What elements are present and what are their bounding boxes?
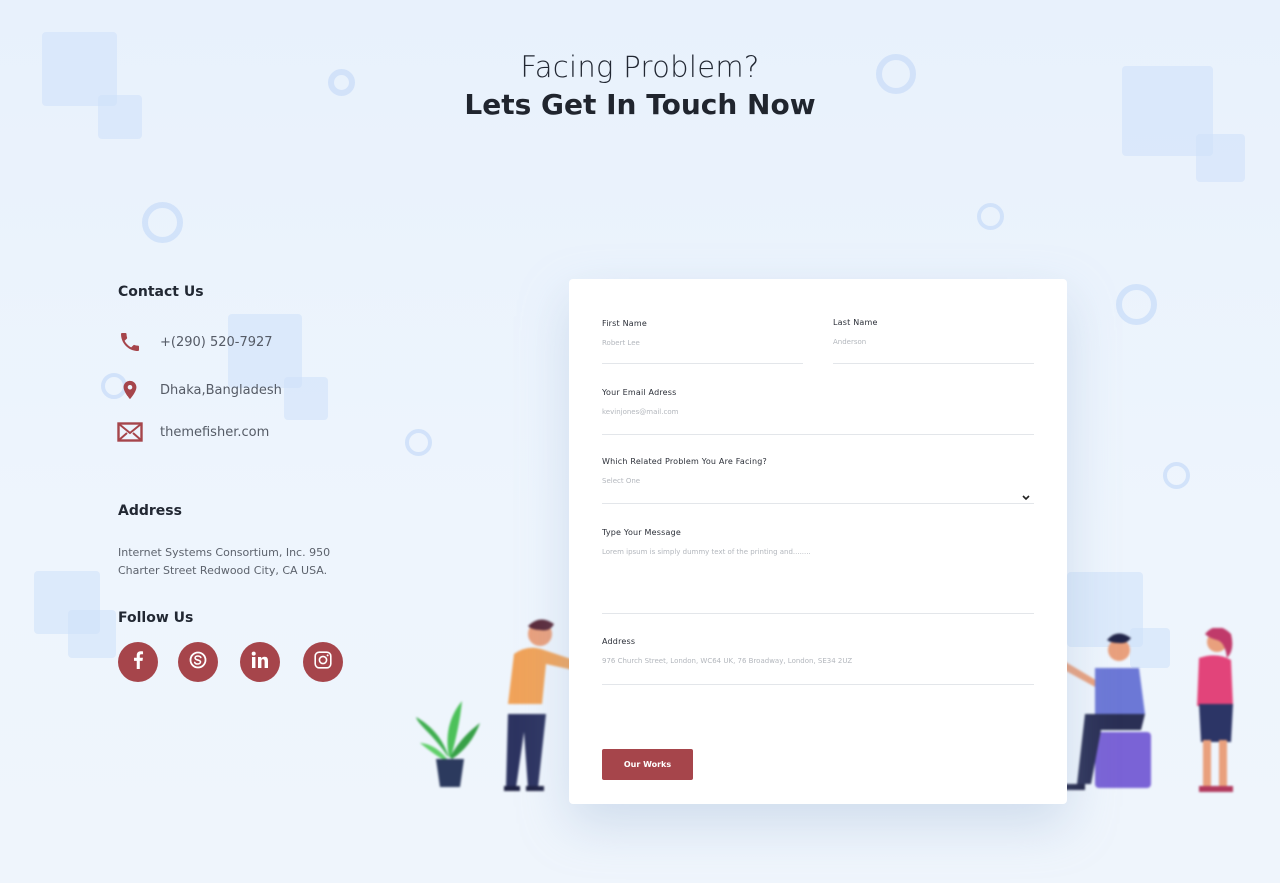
email-label: Your Email Adress [602,388,677,397]
first-name-field[interactable]: First Name Robert Lee [602,319,803,365]
email-input[interactable]: kevinjones@mail.com [602,408,1034,416]
contact-form-card: First Name Robert Lee Last Name Anderson… [569,279,1067,804]
plant-illustration [414,695,484,794]
first-name-label: First Name [602,319,647,328]
problem-label: Which Related Problem You Are Facing? [602,457,767,466]
decor-square [1196,134,1245,182]
address-underline [602,684,1034,685]
facebook-icon [131,651,145,673]
page-heading: Facing Problem? Lets Get In Touch Now [0,50,1280,121]
address-text: Internet Systems Consortium, Inc. 950 Ch… [118,546,331,577]
decor-circle [1163,462,1190,489]
email-field[interactable]: Your Email Adress kevinjones@mail.com [602,388,1034,435]
heading-line2: Lets Get In Touch Now [464,88,816,121]
problem-underline [602,503,1034,504]
decor-circle [142,202,183,243]
contact-title: Contact Us [118,284,204,300]
phone-text: +(290) 520-7927 [160,334,273,350]
linkedin-icon [251,651,269,673]
instagram-link[interactable] [303,642,343,682]
contact-website[interactable]: themefisher.com [116,418,269,446]
our-works-button[interactable]: Our Works [602,749,693,780]
address-field[interactable]: Address 976 Church Street, London, WC64 … [602,637,1034,685]
first-name-input[interactable]: Robert Lee [602,339,803,347]
problem-select-field[interactable]: Which Related Problem You Are Facing? Se… [602,457,1034,504]
website-text: themefisher.com [160,424,270,440]
location-pin-icon [116,376,144,404]
problem-select[interactable]: Select One [602,477,1034,485]
contact-phone[interactable]: +(290) 520-7927 [116,328,273,356]
follow-title: Follow Us [118,610,194,626]
last-name-input[interactable]: Anderson [833,338,1034,346]
instagram-icon [314,651,332,673]
facebook-link[interactable] [118,642,158,682]
skype-link[interactable] [178,642,218,682]
last-name-field[interactable]: Last Name Anderson [833,318,1034,365]
first-name-underline [602,363,803,364]
message-field[interactable]: Type Your Message Lorem ipsum is simply … [602,528,1034,614]
skype-icon [188,650,208,674]
location-text: Dhaka,Bangladesh [160,382,282,398]
decor-circle [977,203,1004,230]
decor-circle [1116,284,1157,325]
address-label: Address [602,637,636,646]
heading-line1: Facing Problem? [520,50,760,84]
phone-icon [116,328,144,356]
message-label: Type Your Message [602,528,682,537]
decor-square [284,377,328,420]
mail-icon [116,418,144,446]
email-underline [602,434,1034,435]
linkedin-link[interactable] [240,642,280,682]
address-title: Address [118,503,182,519]
last-name-label: Last Name [833,318,878,327]
message-underline [602,613,1034,614]
address-input[interactable]: 976 Church Street, London, WC64 UK, 76 B… [602,657,1034,665]
message-textarea[interactable]: Lorem ipsum is simply dummy text of the … [602,548,1034,556]
people-illustration [1055,627,1245,802]
decor-circle [405,429,432,456]
decor-square [68,610,116,658]
last-name-underline [833,363,1034,364]
contact-location: Dhaka,Bangladesh [116,376,282,404]
